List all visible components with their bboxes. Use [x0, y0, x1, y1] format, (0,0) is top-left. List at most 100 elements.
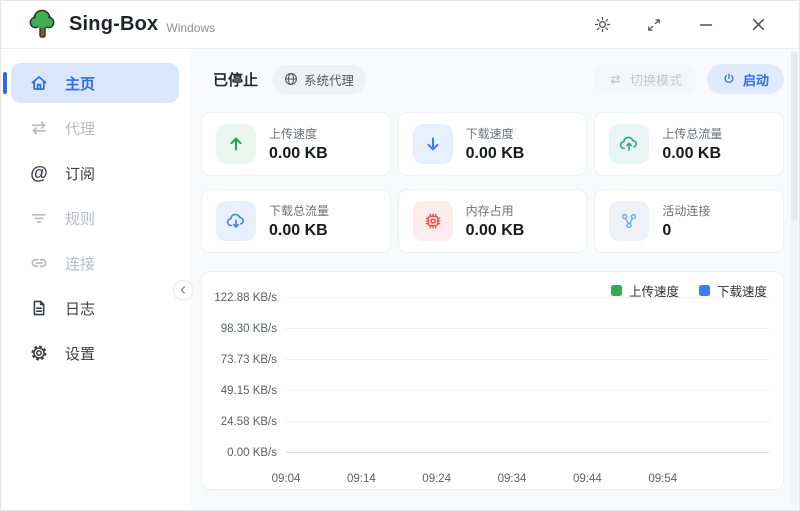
- gridline: [286, 421, 769, 422]
- gridline-row: 24.58 KB/s: [212, 406, 769, 437]
- cloud-download-icon: [216, 201, 256, 241]
- at-sign-icon: @: [28, 163, 50, 183]
- sidebar-item-rules[interactable]: 规则: [11, 198, 179, 238]
- gridline: [286, 452, 769, 453]
- stat-label: 下载总流量: [269, 202, 329, 219]
- fullscreen-button[interactable]: [637, 10, 671, 40]
- close-button[interactable]: [741, 10, 775, 40]
- traffic-chart: 上传速度 下载速度 122.88 KB/s 98.30 KB/s: [201, 271, 784, 490]
- app-subtitle: Windows: [166, 21, 215, 35]
- scrollbar-thumb[interactable]: [791, 51, 798, 221]
- sidebar-item-logs[interactable]: 日志: [11, 288, 179, 328]
- stat-card-upload-speed: 上传速度 0.00 KB: [201, 112, 391, 176]
- y-axis-tick: 73.73 KB/s: [212, 354, 286, 366]
- x-axis-tick: 09:24: [422, 473, 451, 485]
- stat-card-download-speed: 下载速度 0.00 KB: [398, 112, 588, 176]
- stat-value: 0.00 KB: [662, 145, 722, 163]
- cpu-icon: [413, 201, 453, 241]
- sidebar-item-label: 日志: [65, 298, 95, 319]
- stat-card-active-connections: 活动连接 0: [594, 189, 784, 253]
- upload-legend-swatch: [611, 285, 622, 296]
- status-row: 已停止 系统代理: [201, 62, 784, 96]
- legend-item-upload[interactable]: 上传速度: [611, 281, 679, 300]
- sidebar-item-label: 设置: [65, 343, 95, 364]
- swap-arrows-icon: [28, 118, 50, 138]
- stat-card-download-total: 下载总流量 0.00 KB: [201, 189, 391, 253]
- gridline: [286, 359, 769, 360]
- close-icon: [751, 17, 766, 32]
- y-axis-tick: 49.15 KB/s: [212, 385, 286, 397]
- minimize-icon: [699, 18, 713, 32]
- document-icon: [28, 298, 50, 318]
- cloud-upload-icon: [609, 124, 649, 164]
- sidebar-item-proxy[interactable]: 代理: [11, 108, 179, 148]
- sidebar-item-label: 订阅: [65, 163, 95, 184]
- theme-toggle-button[interactable]: [585, 10, 619, 40]
- switch-mode-button[interactable]: 切换模式: [593, 64, 697, 94]
- stat-value: 0.00 KB: [466, 145, 525, 163]
- sidebar-collapse-button[interactable]: [173, 280, 193, 300]
- minimize-button[interactable]: [689, 10, 723, 40]
- network-branch-icon: [609, 201, 649, 241]
- chart-legend: 上传速度 下载速度: [611, 281, 767, 300]
- sidebar-item-connections[interactable]: 连接: [11, 243, 179, 283]
- sidebar-item-label: 连接: [65, 253, 95, 274]
- sidebar-item-label: 代理: [65, 118, 95, 139]
- legend-item-download[interactable]: 下载速度: [699, 281, 767, 300]
- legend-label: 下载速度: [717, 281, 767, 300]
- stat-label: 活动连接: [662, 202, 710, 219]
- system-proxy-badge[interactable]: 系统代理: [272, 65, 366, 94]
- scrollbar[interactable]: [791, 51, 798, 509]
- x-axis-tick: 09:04: [272, 473, 301, 485]
- arrow-up-icon: [216, 124, 256, 164]
- globe-icon: [284, 72, 298, 86]
- arrow-down-icon: [413, 124, 453, 164]
- gridline-row-baseline: 0.00 KB/s: [212, 437, 769, 468]
- sun-icon: [594, 16, 611, 33]
- gear-icon: [28, 343, 50, 363]
- title-bar: Sing-Box Windows: [1, 1, 799, 49]
- stat-label: 下载速度: [466, 125, 525, 142]
- stats-grid: 上传速度 0.00 KB 下载速度 0.00 KB: [201, 112, 784, 253]
- power-icon: [722, 72, 736, 86]
- sidebar-item-settings[interactable]: 设置: [11, 333, 179, 373]
- x-axis: 09:04 09:14 09:24 09:34 09:44 09:54: [286, 471, 769, 488]
- x-axis-tick: 09:44: [573, 473, 602, 485]
- stat-card-upload-total: 上传总流量 0.00 KB: [594, 112, 784, 176]
- download-legend-swatch: [699, 285, 710, 296]
- expand-icon: [646, 17, 662, 33]
- sidebar-item-home[interactable]: 主页: [11, 63, 179, 103]
- start-label: 启动: [743, 70, 769, 89]
- sidebar-item-subscription[interactable]: @ 订阅: [11, 153, 179, 193]
- swap-arrows-icon: [608, 72, 623, 87]
- sidebar: 主页 代理 @ 订阅: [1, 49, 191, 511]
- start-button[interactable]: 启动: [707, 64, 784, 94]
- x-axis-tick: 09:34: [498, 473, 527, 485]
- chart-plot-area: 122.88 KB/s 98.30 KB/s 73.73 KB/s 49.15 …: [212, 282, 769, 468]
- app-window: Sing-Box Windows: [0, 0, 800, 511]
- gridline-row: 98.30 KB/s: [212, 313, 769, 344]
- gridline: [286, 328, 769, 329]
- link-icon: [28, 253, 50, 273]
- stat-value: 0.00 KB: [466, 222, 525, 240]
- y-axis-tick: 24.58 KB/s: [212, 416, 286, 428]
- system-proxy-label: 系统代理: [304, 70, 354, 89]
- x-axis-tick: 09:54: [648, 473, 677, 485]
- gridline: [286, 390, 769, 391]
- stat-value: 0: [662, 222, 710, 240]
- main-content: 已停止 系统代理: [191, 49, 799, 511]
- gridline-row: 49.15 KB/s: [212, 375, 769, 406]
- legend-label: 上传速度: [629, 281, 679, 300]
- stat-label: 上传速度: [269, 125, 328, 142]
- filter-icon: [28, 208, 50, 228]
- tree-logo-icon: [27, 9, 57, 41]
- y-axis-tick: 0.00 KB/s: [212, 447, 286, 459]
- y-axis-tick: 122.88 KB/s: [212, 292, 286, 304]
- stat-card-memory: 内存占用 0.00 KB: [398, 189, 588, 253]
- app-title: Sing-Box: [69, 13, 158, 36]
- home-icon: [28, 73, 50, 93]
- chevron-left-icon: [177, 284, 189, 296]
- switch-mode-label: 切换模式: [630, 70, 682, 89]
- service-status-label: 已停止: [213, 69, 258, 90]
- sidebar-item-label: 规则: [65, 208, 95, 229]
